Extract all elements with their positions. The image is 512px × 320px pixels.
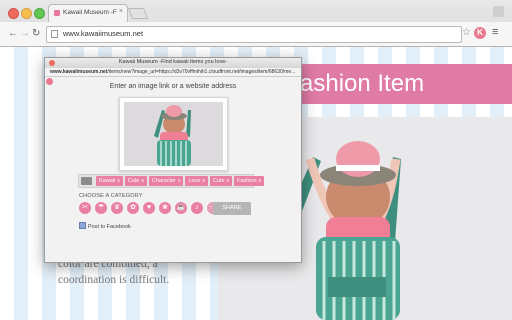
category-crown-icon[interactable]: ♛: [111, 202, 123, 214]
image-preview: [119, 97, 228, 171]
tag-chip[interactable]: Fashion x: [234, 176, 265, 186]
facebook-checkbox[interactable]: [79, 222, 86, 229]
tag-label: Character: [151, 178, 176, 184]
browser-chrome: Kawaii Museum -Find kaw × ← → ↻ www.kawa…: [0, 0, 512, 47]
category-blossom-icon[interactable]: ❀: [159, 202, 171, 214]
remove-tag-icon[interactable]: x: [141, 178, 144, 184]
category-list: ✂ ☂ ♛ ✿ ♥ ❀ ☕ ♪ ⋯: [79, 202, 219, 214]
close-window-button[interactable]: [8, 8, 19, 19]
category-label: CHOOSE A CATEGORY: [79, 193, 143, 199]
tag-label: Fashion: [237, 178, 257, 184]
remove-tag-icon[interactable]: x: [202, 178, 205, 184]
extension-icon[interactable]: K: [474, 27, 486, 39]
popup-url-host: www.kawaiimuseum.net: [50, 69, 108, 75]
category-music-icon[interactable]: ♪: [191, 202, 203, 214]
browser-tab[interactable]: Kawaii Museum -Find kaw ×: [48, 4, 128, 22]
remove-tag-icon[interactable]: x: [117, 178, 120, 184]
minimize-window-button[interactable]: [21, 8, 32, 19]
forward-icon[interactable]: →: [20, 28, 30, 40]
maximize-window-button[interactable]: [34, 8, 45, 19]
tag-label: Kawaii: [99, 178, 116, 184]
popup-address-bar: www.kawaiimuseum.net/items/new?image_url…: [45, 68, 301, 77]
page-icon: [51, 30, 58, 38]
share-button[interactable]: SHARE: [213, 202, 251, 215]
bookmark-star-icon[interactable]: ☆: [462, 27, 471, 38]
remove-tag-icon[interactable]: x: [178, 178, 181, 184]
category-umbrella-icon[interactable]: ☂: [95, 202, 107, 214]
image-link-prompt: Enter an image link or a website address: [109, 83, 237, 90]
popup-content: Enter an image link or a website address: [45, 77, 301, 262]
tag-label: Cute: [212, 178, 225, 184]
facebook-label: Post to Facebook: [88, 224, 131, 230]
tag-chip[interactable]: Character x: [148, 176, 184, 186]
tag-chip[interactable]: Cute x: [124, 176, 147, 186]
preview-image: [124, 102, 223, 166]
favicon-icon: [54, 10, 60, 16]
remove-tag-icon[interactable]: x: [227, 178, 230, 184]
back-icon[interactable]: ←: [8, 28, 18, 40]
popup-url: www.kawaiimuseum.net/items/new?image_url…: [50, 68, 295, 76]
menu-icon[interactable]: ≡: [492, 26, 498, 38]
address-bar[interactable]: www.kawaiimuseum.net: [46, 26, 462, 43]
profile-icon[interactable]: [493, 6, 504, 17]
tag-list: Kawaii x Cute x Character x Love x Cute x Fas…: [96, 176, 265, 186]
new-tab-button[interactable]: [127, 8, 149, 19]
tag-icon: [81, 177, 92, 185]
category-scissors-icon[interactable]: ✂: [79, 202, 91, 214]
preview-illustration: [124, 102, 223, 166]
tag-chip[interactable]: Cute x: [209, 176, 233, 186]
tag-label: Cute: [127, 178, 140, 184]
site-title: ashion Item: [300, 70, 425, 97]
tab-title: Kawaii Museum -Find kaw: [63, 9, 117, 16]
category-cup-icon[interactable]: ☕: [175, 202, 187, 214]
popup-url-path: /items/new?image_url=https://d3v70vffmih…: [107, 69, 296, 75]
tag-chip[interactable]: Love x: [185, 176, 208, 186]
popup-title: Kawaii Museum -Find kawaii items you lov…: [118, 59, 228, 65]
tab-close-icon[interactable]: ×: [119, 8, 123, 15]
browser-toolbar: ← → ↻ www.kawaiimuseum.net ☆ K ≡: [0, 22, 512, 46]
category-flower-icon[interactable]: ✿: [127, 202, 139, 214]
tag-label: Love: [188, 178, 201, 184]
tag-chip[interactable]: Kawaii x: [96, 176, 123, 186]
category-heart-icon[interactable]: ♥: [143, 202, 155, 214]
remove-tag-icon[interactable]: x: [259, 178, 262, 184]
tag-row: Kawaii x Cute x Character x Love x Cute x Fas…: [78, 174, 265, 188]
reload-icon[interactable]: ↻: [32, 28, 40, 40]
post-to-facebook-option[interactable]: Post to Facebook: [79, 222, 131, 230]
kawaii-popup-window: Kawaii Museum -Find kawaii items you lov…: [44, 57, 302, 263]
address-url[interactable]: www.kawaiimuseum.net: [63, 29, 143, 38]
